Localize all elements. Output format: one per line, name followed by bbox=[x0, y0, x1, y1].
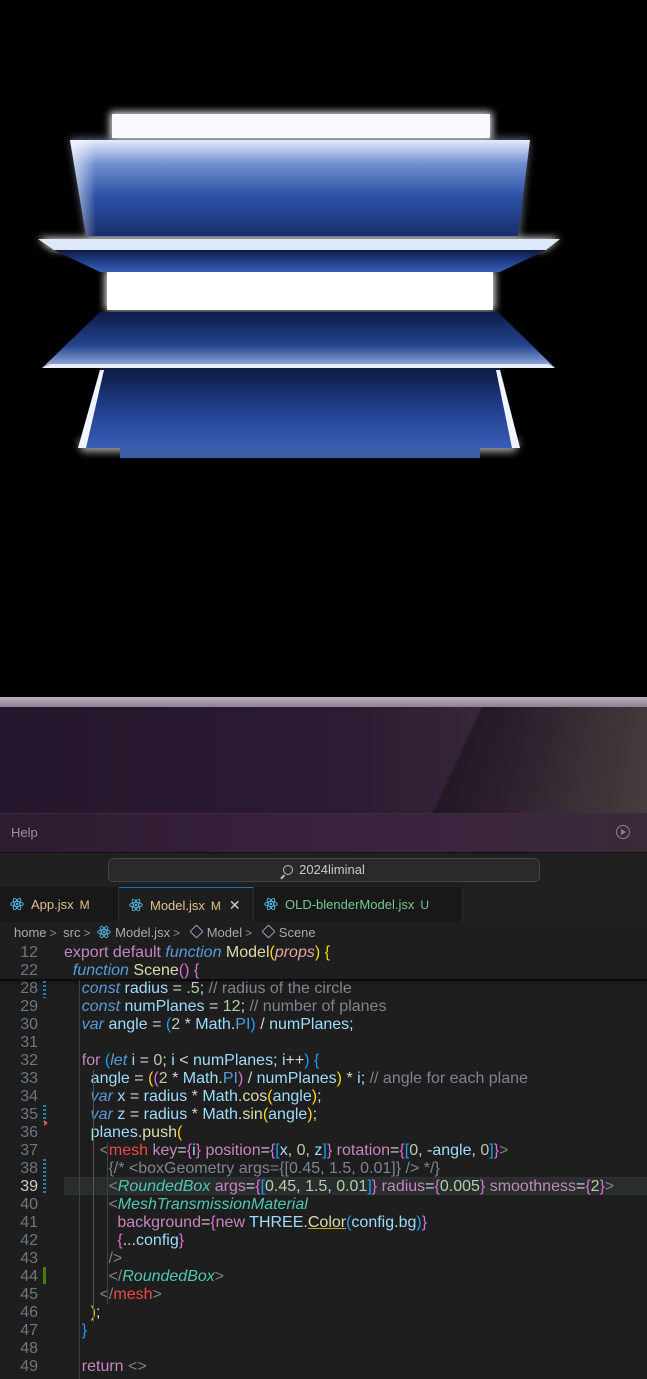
help-label: Help bbox=[11, 825, 38, 840]
line-number: 32 bbox=[20, 1052, 38, 1069]
git-status-badge: U bbox=[420, 898, 430, 912]
line-number: 44 bbox=[20, 1268, 38, 1285]
code-line: {/* <boxGeometry args={[0.45, 1.5, 0.01]… bbox=[108, 1160, 440, 1177]
git-status-badge: M bbox=[79, 898, 90, 912]
breadcrumb: home > src > Model.jsx > Model > Scene bbox=[0, 922, 647, 944]
line-number: 34 bbox=[20, 1088, 38, 1105]
indent-guide bbox=[79, 980, 80, 1379]
code-line: return <> bbox=[81, 1358, 147, 1375]
line-number: 29 bbox=[20, 998, 38, 1015]
code-line: <MeshTransmissionMaterial bbox=[108, 1196, 308, 1213]
gutter-modified-marker bbox=[43, 1159, 46, 1195]
deleted-lines-marker bbox=[44, 1120, 48, 1126]
code-line: export default function Model(props) { bbox=[64, 944, 330, 961]
react-icon bbox=[264, 897, 278, 911]
tab-label: App.jsx bbox=[31, 897, 74, 912]
line-number-current: 39 bbox=[20, 1178, 38, 1195]
indent-guide bbox=[107, 1142, 108, 1304]
chevron-right-icon: > bbox=[83, 926, 91, 940]
line-number: 37 bbox=[20, 1142, 38, 1159]
line-number: 31 bbox=[20, 1034, 38, 1051]
preview-background bbox=[0, 707, 647, 813]
react-icon bbox=[129, 898, 143, 912]
code-line: const radius = .5; // radius of the circ… bbox=[81, 980, 352, 997]
react-icon bbox=[10, 897, 24, 911]
line-number: 47 bbox=[20, 1322, 38, 1339]
code-line: var x = radius * Math.cos(angle); bbox=[90, 1088, 322, 1105]
code-line: <mesh key={i} position={[x, 0, z]} rotat… bbox=[99, 1142, 509, 1159]
breadcrumb-symbol-scene[interactable]: Scene bbox=[279, 925, 316, 940]
chevron-right-icon: > bbox=[245, 926, 253, 940]
line-number: 42 bbox=[20, 1232, 38, 1249]
tab-old-blender-model-jsx[interactable]: OLD-blenderModel.jsx U bbox=[254, 887, 463, 922]
three-canvas[interactable] bbox=[0, 0, 647, 697]
react-icon bbox=[97, 925, 111, 939]
tab-app-jsx[interactable]: App.jsx M bbox=[0, 887, 119, 922]
indent-guide bbox=[93, 1070, 94, 1322]
workspace-name: 2024liminal bbox=[299, 862, 365, 877]
symbol-function-icon bbox=[261, 924, 276, 939]
code-line: const numPlanes = 12; // number of plane… bbox=[81, 998, 387, 1015]
line-number: 49 bbox=[20, 1358, 38, 1375]
chevron-right-icon: > bbox=[49, 926, 57, 940]
gutter-modified-marker bbox=[43, 981, 46, 998]
code-line: background={new THREE.Color(config.bg)} bbox=[117, 1214, 428, 1231]
command-center-search[interactable]: 2024liminal bbox=[108, 858, 540, 882]
light-sweep bbox=[300, 707, 647, 813]
rotating-planes-render bbox=[38, 112, 560, 458]
line-number: 36 bbox=[20, 1124, 38, 1141]
line-number: 41 bbox=[20, 1214, 38, 1231]
line-number: 28 bbox=[20, 980, 38, 997]
editor-tabs: App.jsx M Model.jsx M ✕ OLD-blenderModel.js… bbox=[0, 887, 647, 922]
gutter-added-marker bbox=[43, 1267, 46, 1284]
breadcrumb-src[interactable]: src bbox=[63, 925, 80, 940]
chevron-right-icon: > bbox=[173, 926, 181, 940]
line-number: 46 bbox=[20, 1304, 38, 1321]
code-line: } bbox=[81, 1322, 88, 1339]
line-number: 30 bbox=[20, 1016, 38, 1033]
code-line: angle = ((2 * Math.PI) / numPlanes) * i;… bbox=[90, 1070, 528, 1087]
line-number: 48 bbox=[20, 1340, 38, 1357]
code-line: function Scene() { bbox=[72, 962, 200, 979]
code-line: for (let i = 0; i < numPlanes; i++) { bbox=[81, 1052, 320, 1069]
tab-model-jsx[interactable]: Model.jsx M ✕ bbox=[119, 887, 254, 922]
tab-label: OLD-blenderModel.jsx bbox=[285, 897, 415, 912]
search-icon bbox=[283, 865, 294, 875]
tab-label: Model.jsx bbox=[150, 898, 205, 913]
line-number: 45 bbox=[20, 1286, 38, 1303]
vscode-titlebar: 2024liminal bbox=[0, 852, 647, 888]
git-status-badge: M bbox=[210, 899, 221, 913]
code-line: planes.push( bbox=[90, 1124, 183, 1141]
close-icon[interactable]: ✕ bbox=[229, 897, 241, 913]
code-line: ); bbox=[91, 1304, 101, 1321]
line-number: 43 bbox=[20, 1250, 38, 1267]
code-line: var angle = (2 * Math.PI) / numPlanes; bbox=[81, 1016, 354, 1033]
line-number: 12 bbox=[20, 944, 38, 961]
line-number: 33 bbox=[20, 1070, 38, 1087]
code-line: <RoundedBox args={[0.45, 1.5, 0.01]} rad… bbox=[108, 1178, 615, 1195]
panel-resize-handle[interactable] bbox=[0, 697, 647, 707]
line-number: 40 bbox=[20, 1196, 38, 1213]
breadcrumb-symbol-model[interactable]: Model bbox=[207, 925, 242, 940]
symbol-function-icon bbox=[189, 924, 204, 939]
line-number: 38 bbox=[20, 1160, 38, 1177]
code-line: </RoundedBox> bbox=[108, 1268, 225, 1285]
breadcrumb-file[interactable]: Model.jsx bbox=[115, 925, 170, 940]
code-line: var z = radius * Math.sin(angle); bbox=[90, 1106, 318, 1123]
play-circle-icon[interactable] bbox=[616, 825, 630, 839]
help-bar[interactable]: Help bbox=[0, 813, 647, 852]
breadcrumb-home[interactable]: home bbox=[14, 925, 47, 940]
line-number: 35 bbox=[20, 1106, 38, 1123]
code-line: {...config} bbox=[117, 1232, 185, 1249]
line-number: 22 bbox=[20, 962, 38, 979]
